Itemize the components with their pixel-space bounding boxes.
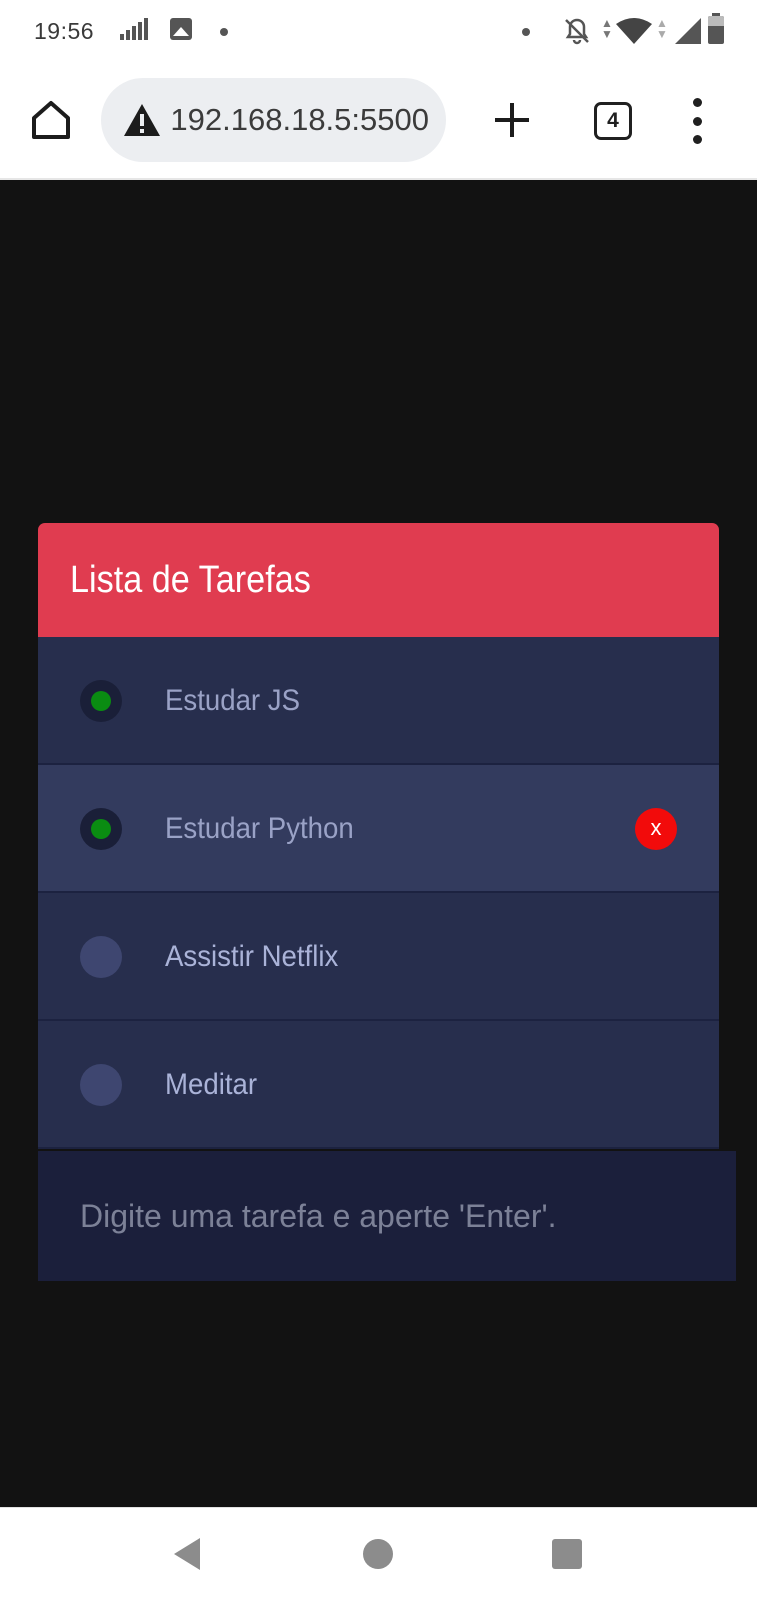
task-label: Assistir Netflix [165, 940, 339, 973]
task-item[interactable]: Assistir Netflix [38, 893, 719, 1021]
system-nav-bar [0, 1507, 757, 1600]
app-header: Lista de Tarefas [38, 523, 719, 637]
task-item[interactable]: Estudar JS [38, 637, 719, 765]
task-checkbox[interactable] [80, 1064, 122, 1106]
cell-signal-icon [675, 18, 701, 44]
task-checkbox[interactable] [80, 936, 122, 978]
home-icon[interactable] [28, 97, 74, 143]
todo-app: Lista de Tarefas Estudar JS Estudar Pyth… [38, 523, 719, 1149]
status-bar: 19:56 ▲ ▼ ▲ ▼ [0, 0, 757, 64]
wifi-icon [616, 18, 652, 44]
task-label: Meditar [165, 1068, 258, 1101]
notification-dot-icon [220, 28, 228, 36]
data-arrows-icon: ▲ ▼ [601, 16, 613, 41]
task-item[interactable]: Estudar Python x [38, 765, 719, 893]
tab-switcher-button[interactable]: 4 [594, 102, 632, 140]
browser-toolbar: 192.168.18.5:5500 4 [0, 64, 757, 180]
battery-icon [708, 13, 724, 44]
new-task-input[interactable] [38, 1151, 736, 1281]
task-item[interactable]: Meditar [38, 1021, 719, 1149]
task-label: Estudar Python [165, 812, 354, 845]
equalizer-icon [120, 18, 150, 40]
recents-icon[interactable] [552, 1539, 582, 1569]
home-circle-icon[interactable] [363, 1539, 393, 1569]
task-checkbox[interactable] [80, 680, 122, 722]
more-menu-icon[interactable] [688, 98, 706, 144]
task-label: Estudar JS [165, 684, 300, 717]
warning-triangle-icon[interactable] [123, 102, 161, 138]
notification-dot-icon [522, 28, 530, 36]
wifi-arrows-icon: ▲ ▼ [656, 16, 668, 41]
new-tab-button[interactable] [492, 100, 532, 140]
gallery-icon [170, 18, 192, 40]
app-title: Lista de Tarefas [70, 559, 311, 601]
address-bar[interactable]: 192.168.18.5:5500 [101, 78, 446, 162]
task-checkbox[interactable] [80, 808, 122, 850]
delete-task-button[interactable]: x [635, 808, 677, 850]
status-time: 19:56 [34, 18, 95, 44]
back-icon[interactable] [172, 1536, 202, 1572]
url-text[interactable]: 192.168.18.5:5500 [171, 78, 429, 162]
bell-off-icon [565, 18, 589, 45]
